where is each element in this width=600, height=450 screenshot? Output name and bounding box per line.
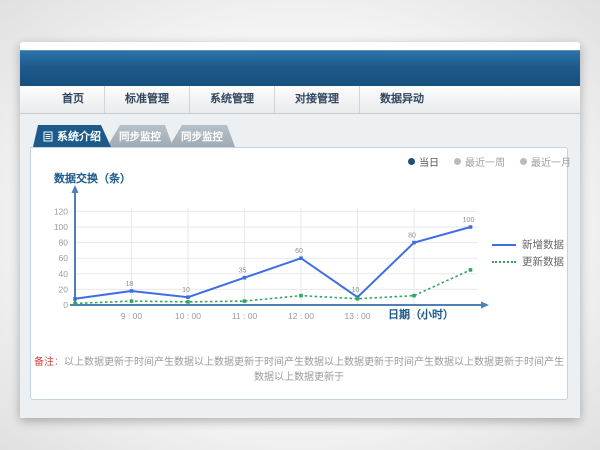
svg-text:9 : 00: 9 : 00 xyxy=(121,311,143,321)
tab-sync-monitor-2[interactable]: 同步监控 xyxy=(169,125,235,147)
footnote: 备注：以上数据更新于时间产生数据以上数据更新于时间产生数据以上数据更新于时间产生… xyxy=(30,353,568,383)
filter-last-week[interactable]: 最近一周 xyxy=(454,154,505,169)
svg-text:10 : 00: 10 : 00 xyxy=(175,311,201,321)
filter-last-month[interactable]: 最近一月 xyxy=(520,154,571,169)
main-nav: 首页 标准管理 系统管理 对接管理 数据异动 xyxy=(20,86,580,114)
nav-item-system[interactable]: 系统管理 xyxy=(189,86,274,113)
svg-text:10: 10 xyxy=(182,287,190,294)
filter-label: 当日 xyxy=(419,154,439,169)
svg-text:20: 20 xyxy=(59,284,69,294)
solid-line-icon xyxy=(492,244,516,246)
dotted-line-icon xyxy=(492,261,516,263)
document-grid-icon xyxy=(43,131,53,142)
time-range-filters: 当日 最近一周 最近一月 xyxy=(408,154,571,169)
legend-label: 更新数据 xyxy=(522,254,564,269)
svg-text:60: 60 xyxy=(295,248,303,255)
tab-label: 系统介绍 xyxy=(57,128,101,144)
radio-dot-icon xyxy=(454,158,461,165)
tab-system-intro[interactable]: 系统介绍 xyxy=(33,125,111,147)
legend-item-updated-data: 更新数据 xyxy=(492,253,564,270)
svg-text:100: 100 xyxy=(463,217,475,224)
page-background: Synjones 新中新集团 数据资源中心 管理员 修改密码 xyxy=(0,0,600,450)
svg-text:60: 60 xyxy=(59,253,69,263)
svg-text:40: 40 xyxy=(59,269,69,279)
svg-text:11 : 00: 11 : 00 xyxy=(232,311,258,321)
radio-dot-icon xyxy=(408,158,415,165)
svg-text:13 : 00: 13 : 00 xyxy=(345,311,371,321)
nav-item-home[interactable]: 首页 xyxy=(42,86,104,113)
svg-text:18: 18 xyxy=(126,281,134,288)
footnote-label: 备注 xyxy=(34,357,54,368)
svg-text:80: 80 xyxy=(408,233,416,240)
svg-text:10: 10 xyxy=(352,287,360,294)
x-axis-title: 日期（小时） xyxy=(388,306,454,322)
svg-text:120: 120 xyxy=(54,206,68,216)
filter-today[interactable]: 当日 xyxy=(408,154,439,169)
app-header: Synjones 新中新集团 数据资源中心 管理员 修改密码 xyxy=(20,50,580,86)
nav-item-standards[interactable]: 标准管理 xyxy=(104,86,189,113)
tab-label: 同步监控 xyxy=(119,129,161,144)
filter-label: 最近一周 xyxy=(465,154,505,169)
radio-dot-icon xyxy=(520,158,527,165)
legend-item-new-data: 新增数据 xyxy=(492,236,564,253)
svg-text:0: 0 xyxy=(63,300,68,310)
tab-sync-monitor-1[interactable]: 同步监控 xyxy=(107,125,173,147)
legend-label: 新增数据 xyxy=(522,237,564,252)
filter-label: 最近一月 xyxy=(531,154,571,169)
svg-text:35: 35 xyxy=(239,268,247,275)
svg-text:100: 100 xyxy=(54,222,68,232)
svg-text:80: 80 xyxy=(59,238,69,248)
tab-label: 同步监控 xyxy=(181,129,223,144)
tab-bar: 系统介绍 同步监控 同步监控 xyxy=(33,125,235,147)
svg-text:12 : 00: 12 : 00 xyxy=(288,311,314,321)
nav-item-integration[interactable]: 对接管理 xyxy=(274,86,359,113)
chart-legend: 新增数据 更新数据 xyxy=(492,236,564,270)
y-axis-title: 数据交换（条） xyxy=(54,170,131,186)
footnote-text: ：以上数据更新于时间产生数据以上数据更新于时间产生数据以上数据更新于时间产生数据… xyxy=(54,357,564,383)
nav-item-data-change[interactable]: 数据异动 xyxy=(359,86,444,113)
